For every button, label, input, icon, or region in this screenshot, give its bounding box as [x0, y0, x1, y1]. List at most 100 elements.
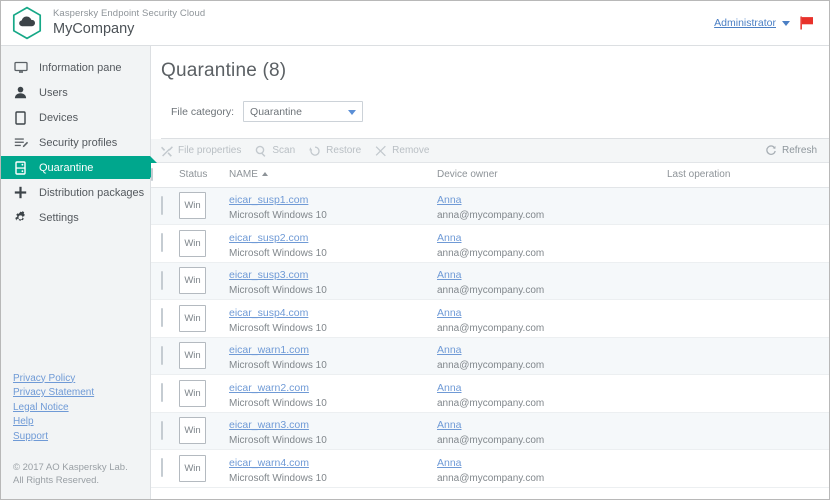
chevron-down-icon[interactable]: [782, 20, 790, 26]
file-properties-button[interactable]: File properties: [161, 145, 241, 157]
sidebar-item-users[interactable]: Users: [1, 81, 150, 104]
row-checkbox[interactable]: [161, 270, 163, 290]
row-owner-cell: Anna anna@mycompany.com: [437, 187, 667, 225]
device-owner-link[interactable]: Anna: [437, 232, 462, 244]
row-checkbox[interactable]: [161, 458, 163, 478]
row-owner-cell: Anna anna@mycompany.com: [437, 374, 667, 413]
row-checkbox[interactable]: [161, 233, 163, 253]
restore-button[interactable]: Restore: [309, 145, 361, 157]
header-name[interactable]: NAME: [229, 163, 437, 188]
row-status-cell: Win: [179, 449, 229, 488]
file-name-link[interactable]: eicar_susp1.com: [229, 194, 308, 206]
header-last-operation-label: Last operation: [667, 169, 731, 181]
row-owner-cell: Anna anna@mycompany.com: [437, 412, 667, 450]
link-help[interactable]: Help: [13, 415, 150, 430]
device-owner-link[interactable]: Anna: [437, 419, 462, 431]
remove-button[interactable]: Remove: [375, 145, 429, 157]
file-category-select[interactable]: Quarantine: [243, 101, 364, 122]
link-legal-notice[interactable]: Legal Notice: [13, 401, 150, 416]
administrator-menu[interactable]: Administrator: [714, 17, 776, 29]
table-row[interactable]: Win eicar_susp3.com Microsoft Windows 10 An…: [151, 262, 829, 300]
table-row[interactable]: Win eicar_susp4.com Microsoft Windows 10 An…: [151, 299, 829, 338]
sidebar-item-security-profiles[interactable]: Security profiles: [1, 131, 150, 154]
row-checkbox[interactable]: [161, 420, 163, 440]
row-status-cell: Win: [179, 224, 229, 263]
refresh-button[interactable]: Refresh: [765, 144, 817, 157]
device-owner-link[interactable]: Anna: [437, 194, 462, 206]
user-icon: [13, 85, 28, 100]
filter-row: File category: Quarantine: [161, 82, 829, 122]
sidebar-item-label: Users: [39, 86, 68, 99]
file-name-link[interactable]: eicar_warn3.com: [229, 419, 309, 431]
sidebar-item-quarantine[interactable]: Quarantine: [1, 156, 161, 179]
row-select-cell: [151, 337, 179, 375]
os-platform-badge: Win: [179, 454, 206, 482]
header-last-operation[interactable]: Last operation: [667, 163, 829, 188]
row-status-cell: Win: [179, 374, 229, 413]
select-all-checkbox[interactable]: [151, 168, 153, 182]
row-select-cell: [151, 187, 179, 225]
device-owner-email: anna@mycompany.com: [437, 472, 545, 484]
table-row[interactable]: Win eicar_warn3.com Microsoft Windows 10 An…: [151, 412, 829, 450]
file-os-text: Microsoft Windows 10: [229, 435, 327, 447]
file-name-link[interactable]: eicar_warn1.com: [229, 344, 309, 356]
row-name-cell: eicar_susp4.com Microsoft Windows 10: [229, 299, 437, 338]
file-name-link[interactable]: eicar_susp2.com: [229, 232, 308, 244]
device-owner-link[interactable]: Anna: [437, 457, 462, 469]
row-checkbox[interactable]: [161, 195, 163, 215]
file-name-link[interactable]: eicar_susp4.com: [229, 307, 308, 319]
device-owner-email: anna@mycompany.com: [437, 360, 545, 372]
row-select-cell: [151, 412, 179, 450]
row-checkbox[interactable]: [161, 345, 163, 365]
device-owner-link[interactable]: Anna: [437, 382, 462, 394]
sidebar-item-distribution-packages[interactable]: Distribution packages: [1, 181, 150, 204]
hexagon-cloud-logo: [12, 6, 42, 40]
copyright-text: © 2017 AO Kaspersky Lab. All Rights Rese…: [13, 462, 128, 486]
device-icon: [13, 110, 28, 125]
file-name-link[interactable]: eicar_susp3.com: [229, 269, 308, 281]
file-os-text: Microsoft Windows 10: [229, 285, 327, 297]
refresh-icon: [766, 144, 776, 155]
close-icon: [375, 145, 386, 156]
table-row[interactable]: Win eicar_susp2.com Microsoft Windows 10 An…: [151, 224, 829, 263]
row-checkbox[interactable]: [161, 383, 163, 403]
os-platform-badge: Win: [179, 417, 206, 445]
sidebar-item-devices[interactable]: Devices: [1, 106, 150, 129]
sidebar-item-settings[interactable]: Settings: [1, 206, 150, 229]
brand-text: Kaspersky Endpoint Security Cloud MyComp…: [53, 8, 205, 38]
sidebar-item-information-pane[interactable]: Information pane: [1, 56, 150, 79]
link-privacy-policy[interactable]: Privacy Policy: [13, 372, 150, 387]
table-row[interactable]: Win eicar_warn1.com Microsoft Windows 10 An…: [151, 337, 829, 375]
table-head: Status NAME Device owner Last operation: [151, 163, 829, 188]
row-name-cell: eicar_susp3.com Microsoft Windows 10: [229, 262, 437, 300]
row-status-cell: Win: [179, 262, 229, 300]
table-row[interactable]: Win eicar_susp1.com Microsoft Windows 10 An…: [151, 187, 829, 225]
header-status[interactable]: Status: [179, 163, 229, 188]
device-owner-link[interactable]: Anna: [437, 269, 462, 281]
plus-icon: [13, 185, 28, 200]
scan-button[interactable]: Scan: [255, 145, 295, 157]
sidebar-item-label: Distribution packages: [39, 186, 145, 199]
file-name-link[interactable]: eicar_warn4.com: [229, 457, 309, 469]
quarantine-box-icon: [13, 160, 28, 175]
refresh-label: Refresh: [781, 145, 817, 156]
page-header: Quarantine (8) File category: Quarantine: [151, 46, 829, 139]
table-body: Win eicar_susp1.com Microsoft Windows 10 An…: [151, 187, 829, 488]
remove-label: Remove: [392, 145, 430, 156]
link-support[interactable]: Support: [13, 430, 150, 445]
row-owner-cell: Anna anna@mycompany.com: [437, 262, 667, 300]
file-name-link[interactable]: eicar_warn2.com: [229, 382, 309, 394]
device-owner-link[interactable]: Anna: [437, 307, 462, 319]
table-row[interactable]: Win eicar_warn4.com Microsoft Windows 10 An…: [151, 449, 829, 488]
company-name: MyCompany: [53, 20, 135, 37]
row-checkbox[interactable]: [161, 308, 163, 328]
header-device-owner[interactable]: Device owner: [437, 163, 667, 188]
file-os-text: Microsoft Windows 10: [229, 472, 327, 484]
row-name-cell: eicar_susp1.com Microsoft Windows 10: [229, 187, 437, 225]
device-owner-link[interactable]: Anna: [437, 344, 462, 356]
restore-icon: [309, 145, 320, 156]
table-row[interactable]: Win eicar_warn2.com Microsoft Windows 10 An…: [151, 374, 829, 413]
link-privacy-statement[interactable]: Privacy Statement: [13, 386, 150, 401]
red-flag-icon[interactable]: [799, 15, 815, 31]
